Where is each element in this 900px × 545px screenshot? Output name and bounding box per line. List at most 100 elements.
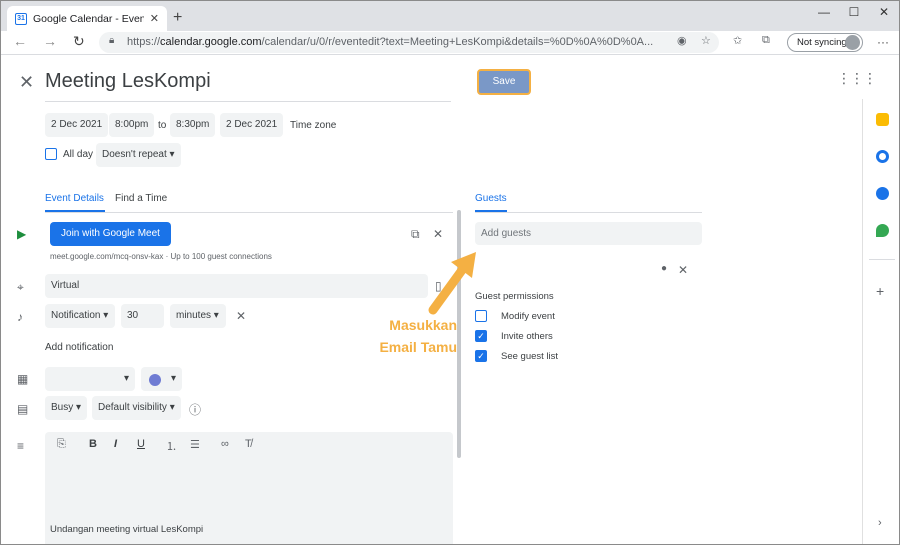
notification-type-label: Notification — [51, 310, 101, 321]
reload-icon[interactable]: ↻ — [73, 33, 85, 50]
event-edit-page: ✕ Meeting LesKompi Save ⋮⋮⋮ 2 Dec 2021 8… — [1, 56, 899, 544]
remove-guest-icon[interactable]: ✕ — [678, 263, 688, 277]
attachment-icon[interactable]: ⎘ — [57, 438, 66, 451]
underline-icon[interactable]: U — [137, 438, 145, 450]
maps-icon[interactable] — [876, 224, 889, 237]
add-guests-input[interactable]: Add guests — [475, 222, 702, 245]
chevron-down-icon: ▾ — [76, 402, 82, 413]
tab-title: Google Calendar - Event details — [33, 12, 144, 25]
url-host: calendar.google.com — [160, 36, 262, 48]
see-guest-list-label: See guest list — [501, 351, 559, 362]
tab-event-details[interactable]: Event Details — [45, 193, 104, 204]
chevron-down-icon: ▾ — [123, 373, 129, 384]
chevron-right-icon[interactable]: › — [878, 517, 882, 529]
calendar-icon: ▦ — [17, 372, 29, 386]
event-title-input[interactable]: Meeting LesKompi — [45, 70, 451, 102]
end-time-chip[interactable]: 8:30pm — [170, 113, 216, 137]
end-date-chip[interactable]: 2 Dec 2021 — [220, 113, 284, 137]
new-tab-icon[interactable]: + — [173, 9, 182, 27]
browser-window: 31 Google Calendar - Event details ✕ + —… — [0, 0, 900, 545]
forward-icon[interactable]: → — [43, 33, 57, 49]
description-editor[interactable]: ⎘ B I U ⒈ ☰ ∞ T̸ Undangan meeting virtua… — [45, 432, 453, 544]
annotation-line-2: Email Tamu — [379, 339, 457, 355]
url-path: /calendar/u/0/r/eventedit?text=Meeting+L… — [261, 36, 654, 48]
collections-icon[interactable]: ⧉ — [762, 34, 770, 47]
side-panel-divider — [869, 259, 895, 260]
chevron-down-icon: ▾ — [170, 373, 176, 384]
profile-avatar — [845, 35, 860, 50]
sync-button[interactable]: Not syncing — [787, 33, 863, 52]
annotation-arrow-icon — [428, 252, 476, 315]
visibility-dropdown[interactable]: Default visibility ▾ — [92, 396, 181, 420]
event-color-swatch — [149, 374, 161, 386]
annotation-text: Masukkan Email Tamu — [361, 314, 457, 358]
repeat-dropdown[interactable]: Doesn't repeat ▾ — [96, 143, 181, 167]
notification-unit-dropdown[interactable]: minutes ▾ — [170, 304, 226, 328]
guests-heading: Guests — [475, 193, 507, 204]
bold-icon[interactable]: B — [89, 438, 97, 450]
tab-find-time[interactable]: Find a Time — [115, 193, 167, 204]
italic-icon[interactable]: I — [114, 438, 117, 450]
color-select[interactable]: ▾ — [141, 367, 182, 391]
side-panel: + › — [862, 99, 899, 544]
remove-meet-icon[interactable]: ✕ — [433, 227, 443, 241]
person-icon: ● — [661, 263, 668, 274]
repeat-label: Doesn't repeat — [102, 149, 167, 160]
save-button[interactable]: Save — [477, 69, 531, 95]
remove-notification-icon[interactable]: ✕ — [236, 309, 246, 323]
favorite-star-icon[interactable]: ☆ — [701, 34, 711, 47]
add-notification-link[interactable]: Add notification — [45, 342, 113, 353]
more-icon[interactable]: ··· — [877, 35, 889, 49]
link-icon[interactable]: ∞ — [221, 438, 229, 450]
url-scheme: https:// — [127, 36, 161, 48]
keep-icon[interactable] — [876, 113, 889, 126]
sync-label: Not syncing — [797, 37, 847, 48]
to-label: to — [158, 120, 167, 131]
numbered-list-icon[interactable]: ⒈ — [166, 438, 177, 454]
start-date-chip[interactable]: 2 Dec 2021 — [45, 113, 109, 137]
help-icon[interactable]: ⓘ — [189, 401, 201, 418]
chevron-down-icon: ▾ — [169, 402, 175, 413]
join-meet-button[interactable]: Join with Google Meet — [50, 222, 171, 246]
contacts-icon[interactable] — [876, 187, 889, 200]
address-bar[interactable]: https://calendar.google.com/calendar/u/0… — [99, 32, 719, 53]
notification-type-dropdown[interactable]: Notification ▾ — [45, 304, 115, 328]
lock-icon[interactable]: 🔒︎ — [109, 35, 114, 46]
tab-strip: 31 Google Calendar - Event details ✕ + —… — [1, 1, 899, 31]
allday-checkbox[interactable] — [45, 148, 57, 160]
tasks-icon[interactable] — [876, 150, 889, 163]
clear-format-icon[interactable]: T̸ — [245, 438, 252, 450]
chevron-down-icon: ▾ — [103, 310, 109, 321]
minimize-icon[interactable]: — — [809, 5, 839, 19]
timezone-button[interactable]: Time zone — [290, 120, 336, 131]
window-close-icon[interactable]: ✕ — [869, 5, 899, 19]
see-guest-list-checkbox[interactable]: ✓ — [475, 350, 487, 362]
google-meet-icon: ▶ — [17, 227, 27, 241]
invite-others-label: Invite others — [501, 331, 553, 342]
location-icon: ⌖ — [17, 280, 24, 294]
eye-icon[interactable]: ◉ — [677, 34, 687, 47]
busy-dropdown[interactable]: Busy ▾ — [45, 396, 87, 420]
start-time-chip[interactable]: 8:00pm — [109, 113, 155, 137]
favorites-icon[interactable]: ✩ — [733, 34, 742, 47]
calendar-select[interactable]: ▾ — [45, 367, 135, 391]
briefcase-icon: ▤ — [17, 402, 29, 416]
chevron-down-icon: ▾ — [213, 310, 219, 321]
close-icon[interactable]: ✕ — [19, 72, 34, 93]
notification-value-input[interactable]: 30 — [121, 304, 164, 328]
guests-divider — [475, 212, 702, 213]
allday-label: All day — [63, 149, 94, 160]
description-icon: ≡ — [17, 439, 25, 453]
notification-unit-label: minutes — [176, 310, 212, 321]
add-addon-icon[interactable]: + — [876, 283, 884, 299]
maximize-icon[interactable]: ☐ — [839, 5, 869, 19]
back-icon[interactable]: ← — [13, 33, 27, 49]
busy-label: Busy — [51, 402, 74, 413]
apps-grid-icon[interactable]: ⋮⋮⋮ — [837, 70, 877, 87]
copy-icon[interactable]: ⧉ — [411, 227, 420, 242]
browser-tab[interactable]: 31 Google Calendar - Event details ✕ — [7, 6, 167, 31]
invite-others-checkbox[interactable]: ✓ — [475, 330, 487, 342]
bulleted-list-icon[interactable]: ☰ — [190, 438, 200, 451]
close-tab-icon[interactable]: ✕ — [150, 12, 159, 25]
location-input[interactable]: Virtual — [45, 274, 428, 298]
